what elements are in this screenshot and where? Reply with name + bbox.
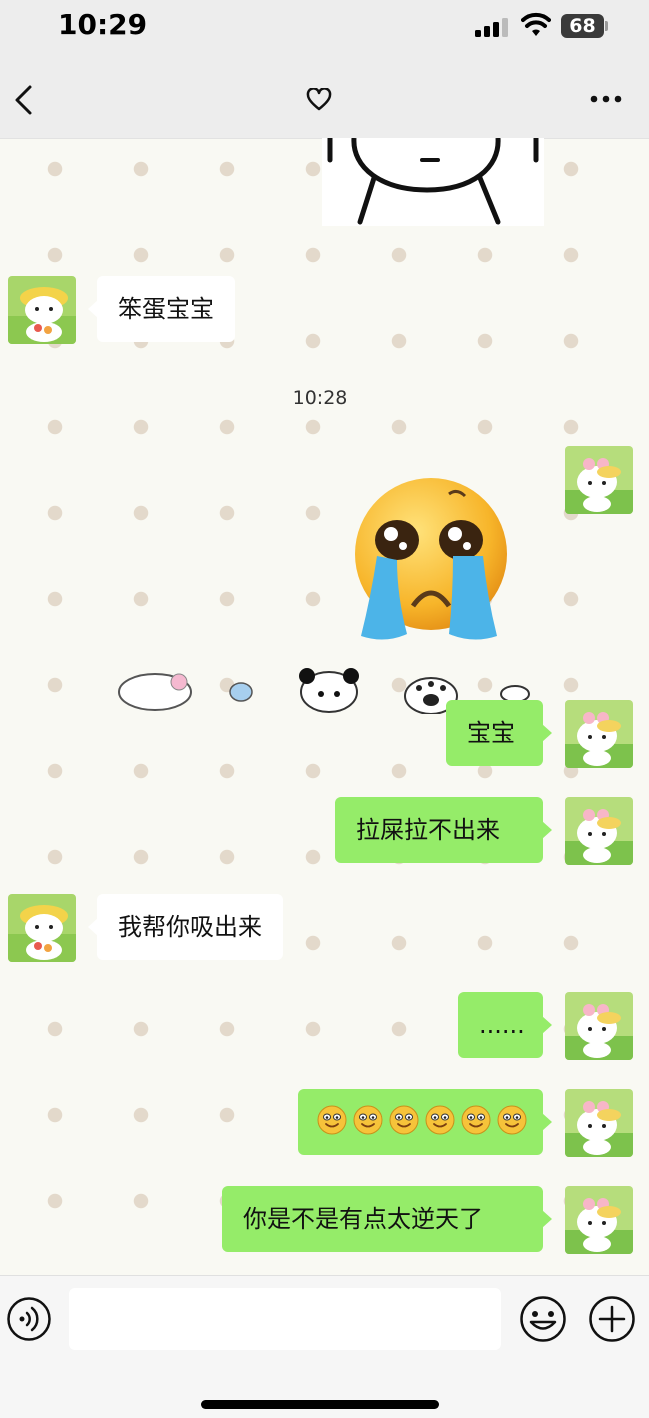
- smile-emoji-icon: [461, 1105, 491, 1135]
- smile-emoji-icon: [389, 1105, 419, 1135]
- my-avatar[interactable]: [565, 1089, 633, 1157]
- more-icon[interactable]: [590, 94, 622, 104]
- contact-avatar[interactable]: [8, 894, 76, 962]
- message-bubble-outgoing[interactable]: 宝宝: [446, 700, 552, 766]
- heart-icon[interactable]: [306, 88, 332, 112]
- message-input[interactable]: [69, 1288, 501, 1350]
- signal-icon: [475, 18, 508, 37]
- sticker-crying-face[interactable]: [341, 476, 521, 646]
- battery-indicator: 68: [561, 14, 604, 38]
- my-avatar[interactable]: [565, 992, 633, 1060]
- chat-header: [0, 54, 649, 139]
- my-avatar[interactable]: [565, 700, 633, 768]
- smile-emoji-icon: [497, 1105, 527, 1135]
- smile-emoji-icon: [353, 1105, 383, 1135]
- message-bubble-incoming[interactable]: 笨蛋宝宝: [88, 276, 235, 342]
- input-bar: [0, 1275, 649, 1418]
- my-avatar[interactable]: [565, 446, 633, 514]
- message-bubble-outgoing[interactable]: 拉屎拉不出来: [335, 797, 552, 863]
- home-indicator: [201, 1400, 439, 1409]
- plus-icon[interactable]: [588, 1295, 636, 1343]
- voice-icon[interactable]: [6, 1296, 52, 1342]
- my-avatar[interactable]: [565, 797, 633, 865]
- smile-emoji-row: [317, 1105, 527, 1135]
- battery-cap: [605, 21, 608, 31]
- wifi-icon: [521, 12, 551, 36]
- status-time: 10:29: [58, 8, 148, 41]
- contact-avatar[interactable]: [8, 276, 76, 344]
- smile-emoji-icon: [317, 1105, 347, 1135]
- status-bar: 10:29 68: [0, 0, 649, 54]
- emoji-icon[interactable]: [519, 1295, 567, 1343]
- my-avatar[interactable]: [565, 1186, 633, 1254]
- back-icon[interactable]: [12, 84, 36, 116]
- message-timestamp: 10:28: [292, 387, 348, 409]
- message-bubble-outgoing[interactable]: ......: [458, 992, 552, 1058]
- smile-emoji-icon: [425, 1105, 455, 1135]
- message-bubble-outgoing[interactable]: 你是不是有点太逆天了: [222, 1186, 552, 1252]
- sticker-cartoon-top[interactable]: [322, 135, 544, 226]
- message-bubble-incoming[interactable]: 我帮你吸出来: [88, 894, 283, 960]
